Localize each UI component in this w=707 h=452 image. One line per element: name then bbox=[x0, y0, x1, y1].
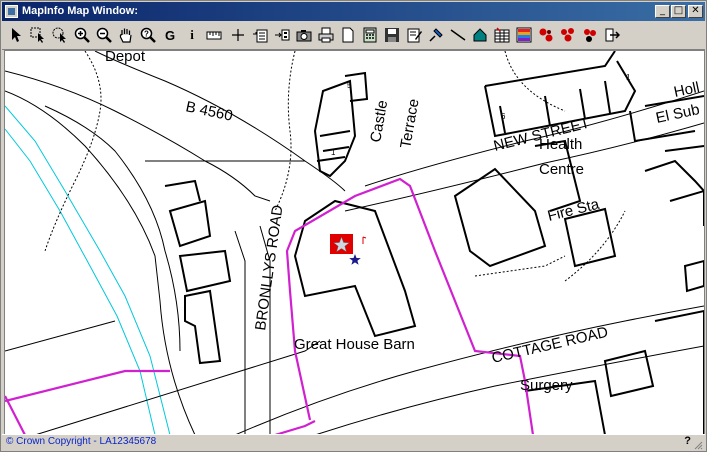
label-number-6: 6 bbox=[501, 112, 506, 121]
theme-cluster-icon[interactable] bbox=[558, 24, 578, 46]
buildings bbox=[164, 51, 704, 435]
save-icon[interactable] bbox=[382, 24, 402, 46]
label-terrace: Terrace bbox=[397, 97, 422, 149]
pushpin-icon[interactable] bbox=[426, 24, 446, 46]
thematic-icon[interactable] bbox=[514, 24, 534, 46]
toolbar: ? G i bbox=[2, 22, 705, 50]
close-button[interactable]: ✕ bbox=[688, 5, 703, 18]
title-bar[interactable]: MapInfo Map Window: _ □ ✕ bbox=[2, 2, 705, 21]
help-button[interactable]: ? bbox=[684, 435, 691, 447]
copyright-notice: © Crown Copyright - LA12345678 bbox=[6, 436, 157, 447]
change-view-icon[interactable]: ? bbox=[138, 24, 158, 46]
label-castle: Castle bbox=[367, 99, 391, 144]
label-depot: Depot bbox=[105, 51, 146, 65]
label-number-1b: 1 bbox=[626, 73, 631, 82]
label-number-1: 1 bbox=[331, 148, 336, 157]
status-bar: © Crown Copyright - LA12345678 ? bbox=[2, 434, 705, 451]
road-lines bbox=[5, 51, 704, 435]
label-centre: Centre bbox=[539, 161, 584, 178]
theme-cluster2-icon[interactable] bbox=[580, 24, 600, 46]
exit-icon[interactable] bbox=[602, 24, 622, 46]
map-canvas[interactable]: Depot B 4560 Castle Terrace NEW STREET H… bbox=[4, 50, 705, 436]
label-b4560: B 4560 bbox=[184, 98, 234, 125]
layer-control-icon[interactable] bbox=[250, 24, 270, 46]
svg-text:?: ? bbox=[144, 30, 149, 39]
grabber-label-button[interactable]: G bbox=[160, 24, 180, 46]
new-document-icon[interactable] bbox=[338, 24, 358, 46]
label-el-sub: El Sub bbox=[654, 101, 701, 127]
line-icon[interactable] bbox=[448, 24, 468, 46]
marquee-select-icon[interactable] bbox=[28, 24, 48, 46]
label-great-house-barn: Great House Barn bbox=[294, 336, 415, 353]
table-icon[interactable] bbox=[492, 24, 512, 46]
resize-grip-icon[interactable] bbox=[693, 440, 703, 450]
label-number-5: 5 bbox=[347, 81, 352, 90]
window-title: MapInfo Map Window: bbox=[22, 5, 138, 17]
maximize-button[interactable]: □ bbox=[671, 5, 686, 18]
minimize-button[interactable]: _ bbox=[655, 5, 670, 18]
print-icon[interactable] bbox=[316, 24, 336, 46]
arrow-select-icon[interactable] bbox=[6, 24, 26, 46]
window-icon[interactable] bbox=[5, 5, 18, 18]
calculator-icon[interactable] bbox=[360, 24, 380, 46]
river bbox=[5, 105, 171, 435]
crosshair-icon[interactable] bbox=[228, 24, 248, 46]
theme-red-icon[interactable] bbox=[536, 24, 556, 46]
zoom-in-icon[interactable] bbox=[72, 24, 92, 46]
label-fire-station: Fire Sta bbox=[546, 196, 602, 225]
polygon-icon[interactable] bbox=[470, 24, 490, 46]
label-bronllys-road: BRONLLYS ROAD bbox=[252, 204, 286, 332]
edit-icon[interactable] bbox=[404, 24, 424, 46]
map-svg[interactable]: Depot B 4560 Castle Terrace NEW STREET H… bbox=[5, 51, 704, 435]
camera-icon[interactable] bbox=[294, 24, 314, 46]
info-icon[interactable]: i bbox=[182, 24, 202, 46]
ruler-icon[interactable] bbox=[204, 24, 224, 46]
map-window: MapInfo Map Window: _ □ ✕ ? G i Depot B … bbox=[0, 0, 707, 452]
label-health: Health bbox=[539, 136, 582, 153]
zoom-out-icon[interactable] bbox=[94, 24, 114, 46]
flag-icon bbox=[362, 236, 367, 244]
grabber-hand-icon[interactable] bbox=[116, 24, 136, 46]
clip-region-icon[interactable] bbox=[272, 24, 292, 46]
label-surgery: Surgery bbox=[520, 377, 573, 394]
label-cottage-road: COTTAGE ROAD bbox=[490, 324, 610, 367]
radius-select-icon[interactable] bbox=[50, 24, 70, 46]
location-star-icon[interactable] bbox=[349, 254, 361, 265]
